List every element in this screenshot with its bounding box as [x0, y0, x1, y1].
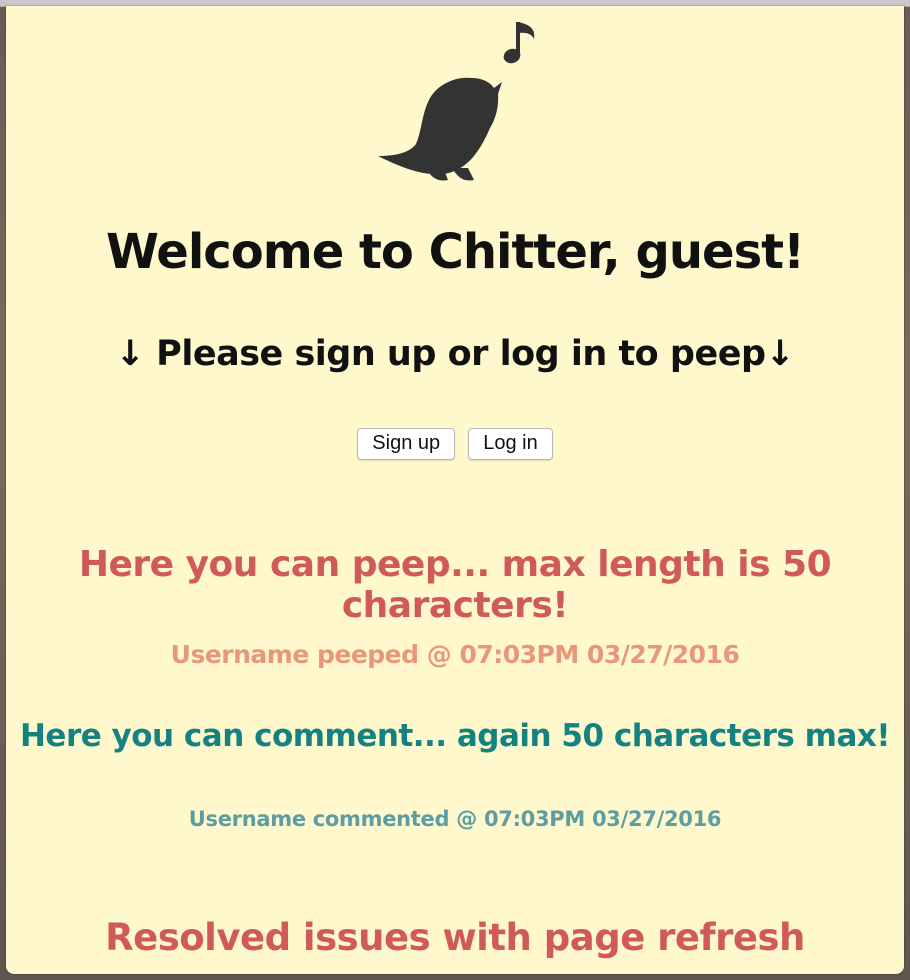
singing-bird-icon: [378, 22, 535, 181]
comment-meta: Username commented @ 07:03PM 03/27/2016: [188, 807, 722, 831]
peep-meta: Username peeped @ 07:03PM 03/27/2016: [170, 640, 740, 669]
music-note-icon: [503, 22, 535, 64]
log-in-button[interactable]: Log in: [468, 428, 553, 460]
sign-in-prompt: ↓ Please sign up or log in to peep↓: [115, 334, 795, 374]
page-content: Welcome to Chitter, guest! ↓ Please sign…: [6, 6, 904, 974]
auth-buttons: Sign up Log in: [6, 428, 904, 460]
resolved-peep-text: Resolved issues with page refresh: [105, 916, 805, 959]
bird-icon: [378, 77, 502, 181]
comment-text: Here you can comment... again 50 charact…: [19, 718, 891, 754]
sign-up-button[interactable]: Sign up: [357, 428, 456, 460]
peep-text: Here you can peep... max length is 50 ch…: [78, 544, 832, 626]
welcome-heading: Welcome to Chitter, guest!: [106, 224, 805, 280]
